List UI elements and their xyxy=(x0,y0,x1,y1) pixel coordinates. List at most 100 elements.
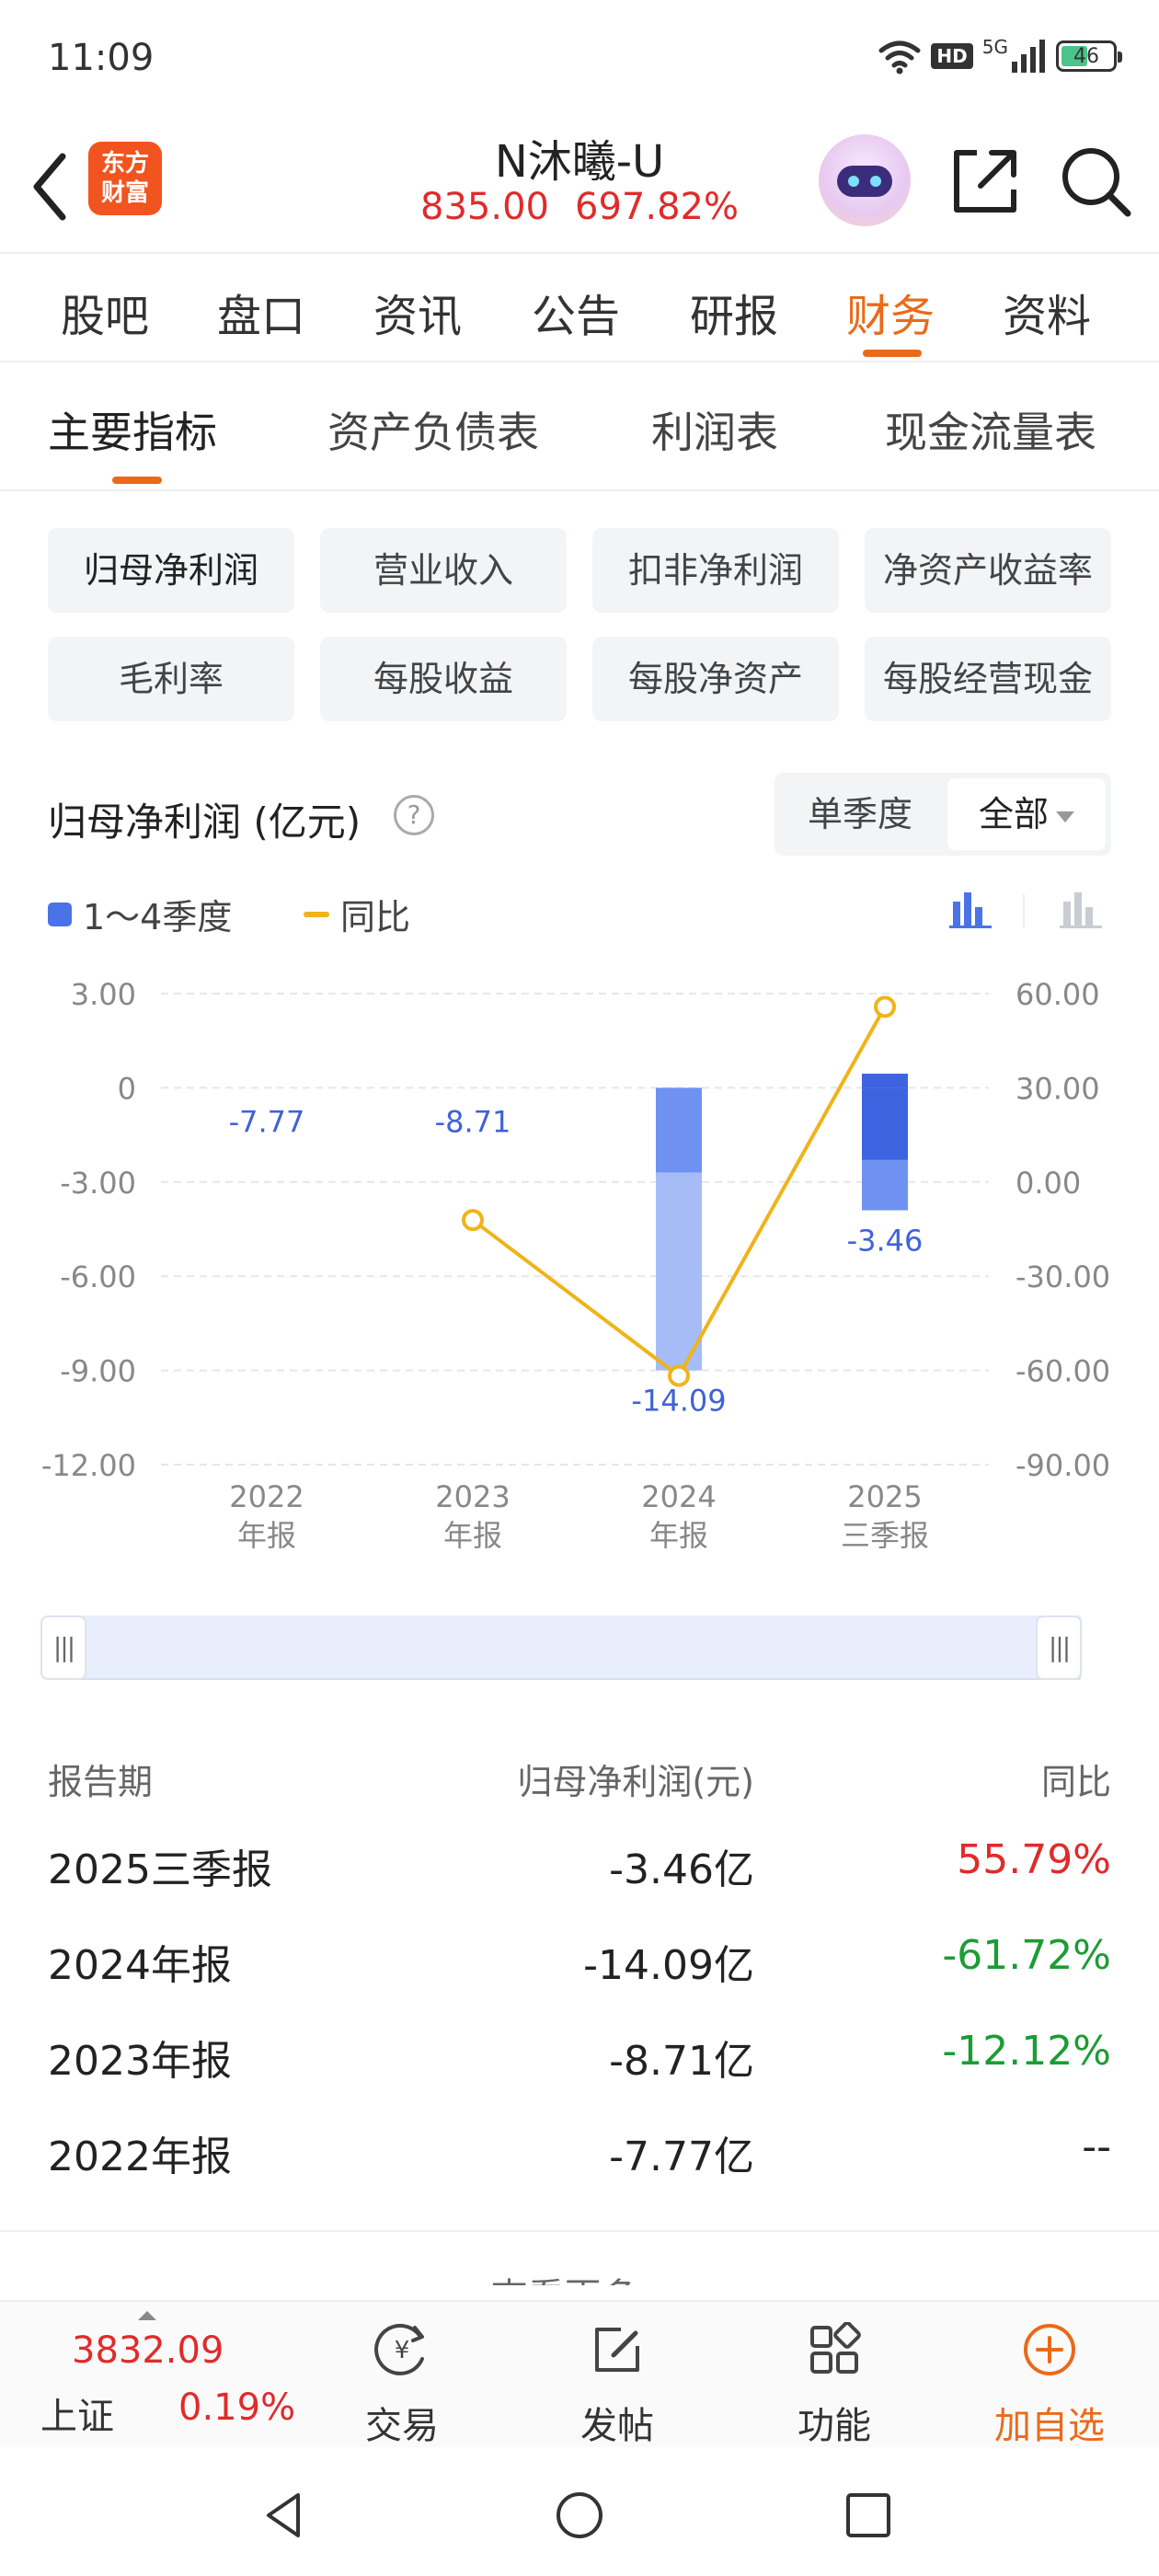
bar-chart-view-icon[interactable] xyxy=(947,889,993,929)
col-header-period: 报告期 xyxy=(48,1762,154,1802)
bar-segment xyxy=(862,1087,908,1160)
status-time: 11:09 xyxy=(48,37,155,79)
nav-recents-icon[interactable] xyxy=(844,2491,892,2539)
index-value[interactable]: 3832.09 xyxy=(72,2329,224,2372)
subtab-active-indicator xyxy=(112,477,162,484)
chip-revenue[interactable]: 营业收入 xyxy=(320,528,567,613)
row-period: 2022年报 xyxy=(48,2133,232,2180)
row-yoy: -- xyxy=(1082,2123,1111,2170)
back-icon[interactable] xyxy=(26,145,81,228)
network-label: 5G xyxy=(981,36,1008,58)
yoy-point xyxy=(668,1364,690,1387)
stock-price: 835.00 xyxy=(420,186,549,228)
stock-price-line: 835.00 697.82% xyxy=(350,186,809,228)
tab-profile[interactable]: 资料 xyxy=(1003,280,1091,344)
row-period: 2025三季报 xyxy=(48,1846,272,1893)
signal-icon xyxy=(1012,40,1045,73)
add-watchlist-label: 加自选 xyxy=(994,2405,1105,2447)
tab-pankou[interactable]: 盘口 xyxy=(217,280,305,344)
tab-research[interactable]: 研报 xyxy=(690,280,778,344)
chip-ocfps[interactable]: 每股经营现金 xyxy=(865,637,1111,721)
toggle-all[interactable]: 全部 xyxy=(947,778,1106,850)
bar-value-label: -3.46 xyxy=(847,1224,924,1259)
post-button[interactable]: 发帖 xyxy=(548,2315,686,2447)
table-row: 2024年报 -14.09亿 -61.72% xyxy=(0,1932,1159,2028)
trade-button[interactable]: ¥ 交易 xyxy=(333,2315,471,2447)
row-yoy: -61.72% xyxy=(942,1932,1111,1979)
view-more-link[interactable]: 查看更多 ▸ xyxy=(0,2230,1159,2285)
bar-value-label: -14.09 xyxy=(631,1384,726,1419)
stock-name: N沐曦-U xyxy=(494,136,665,188)
tab-finance[interactable]: 财务 xyxy=(846,280,935,344)
chip-net-profit[interactable]: 归母净利润 xyxy=(48,528,294,613)
ai-assistant-avatar[interactable] xyxy=(819,134,911,226)
chart-range-slider[interactable]: ||| ||| xyxy=(40,1616,1082,1680)
stock-header: 东方 财富 N沐曦-U 835.00 697.82% xyxy=(0,118,1159,252)
row-value: -8.71亿 xyxy=(609,2038,754,2085)
battery-level: 46 xyxy=(1073,44,1099,68)
right-axis-tick: 0.00 xyxy=(1016,1166,1081,1201)
functions-label: 功能 xyxy=(798,2405,871,2447)
x-axis-tick: 2024 xyxy=(641,1479,716,1514)
trade-icon: ¥ xyxy=(374,2323,424,2375)
col-header-yoy: 同比 xyxy=(1040,1762,1111,1802)
x-axis-tick: 2023 xyxy=(435,1479,510,1514)
expand-arrow-icon[interactable] xyxy=(138,2311,156,2320)
slider-left-handle[interactable]: ||| xyxy=(40,1616,86,1680)
tab-guba[interactable]: 股吧 xyxy=(61,280,149,344)
chip-bvps[interactable]: 每股净资产 xyxy=(592,637,839,721)
table-row: 2025三季报 -3.46亿 55.79% xyxy=(0,1836,1159,1932)
slider-right-handle[interactable]: ||| xyxy=(1036,1616,1082,1680)
battery-icon: 46 xyxy=(1056,40,1122,72)
tab-news[interactable]: 资讯 xyxy=(373,280,462,344)
period-toggle: 单季度 全部 xyxy=(775,773,1111,856)
bar-segment xyxy=(862,1159,908,1211)
subtab-income-statement[interactable]: 利润表 xyxy=(651,399,778,460)
chip-eps[interactable]: 每股收益 xyxy=(320,637,567,721)
yoy-point xyxy=(462,1209,484,1232)
chip-roe[interactable]: 净资产收益率 xyxy=(865,528,1111,613)
bar-value-label: -8.71 xyxy=(435,1104,511,1139)
tab-announcements[interactable]: 公告 xyxy=(532,280,620,344)
share-icon[interactable] xyxy=(944,140,1027,223)
nav-back-icon[interactable] xyxy=(259,2490,311,2541)
search-icon[interactable] xyxy=(1054,140,1137,223)
subtab-key-indicators[interactable]: 主要指标 xyxy=(48,399,217,460)
stacked-chart-view-icon[interactable] xyxy=(1058,889,1104,929)
grid-icon xyxy=(810,2322,861,2374)
subtab-cash-flow[interactable]: 现金流量表 xyxy=(885,399,1096,460)
index-name[interactable]: 上证 xyxy=(40,2386,114,2440)
functions-button[interactable]: 功能 xyxy=(765,2315,903,2447)
bar-segment xyxy=(656,1087,702,1173)
tab-active-indicator xyxy=(863,350,922,357)
help-icon[interactable]: ? xyxy=(394,795,434,835)
add-watchlist-button[interactable]: 加自选 xyxy=(981,2315,1119,2447)
x-axis-tick: 年报 xyxy=(443,1518,502,1553)
right-axis-tick: -60.00 xyxy=(1016,1354,1110,1389)
bar-value-label: -7.77 xyxy=(229,1104,305,1139)
row-yoy: -12.12% xyxy=(942,2028,1111,2075)
table-row: 2023年报 -8.71亿 -12.12% xyxy=(0,2028,1159,2123)
right-axis-tick: 30.00 xyxy=(1016,1071,1100,1106)
index-change-pct[interactable]: 0.19% xyxy=(178,2386,295,2429)
status-bar: 11:09 HD 5G 46 xyxy=(0,0,1159,118)
nav-home-icon[interactable] xyxy=(554,2490,605,2541)
edit-icon xyxy=(595,2328,639,2372)
toggle-single-quarter[interactable]: 单季度 xyxy=(775,773,946,856)
subtab-balance-sheet[interactable]: 资产负债表 xyxy=(327,399,539,460)
legend-line: 同比 xyxy=(304,889,410,939)
chip-gross-margin[interactable]: 毛利率 xyxy=(48,637,294,721)
left-axis-tick: -3.00 xyxy=(60,1166,136,1201)
left-axis-tick: -12.00 xyxy=(41,1448,136,1483)
yoy-point xyxy=(874,995,896,1018)
legend-bars: 1～4季度 xyxy=(48,889,232,939)
system-nav-bar xyxy=(0,2447,1159,2576)
chevron-down-icon xyxy=(1056,811,1074,822)
trade-label: 交易 xyxy=(365,2405,439,2447)
row-period: 2024年报 xyxy=(48,1942,232,1989)
right-axis-tick: -30.00 xyxy=(1016,1259,1110,1294)
row-period: 2023年报 xyxy=(48,2038,232,2085)
svg-text:¥: ¥ xyxy=(395,2337,410,2364)
chip-deducted-net-profit[interactable]: 扣非净利润 xyxy=(592,528,839,613)
x-axis-tick: 2025 xyxy=(847,1479,922,1514)
